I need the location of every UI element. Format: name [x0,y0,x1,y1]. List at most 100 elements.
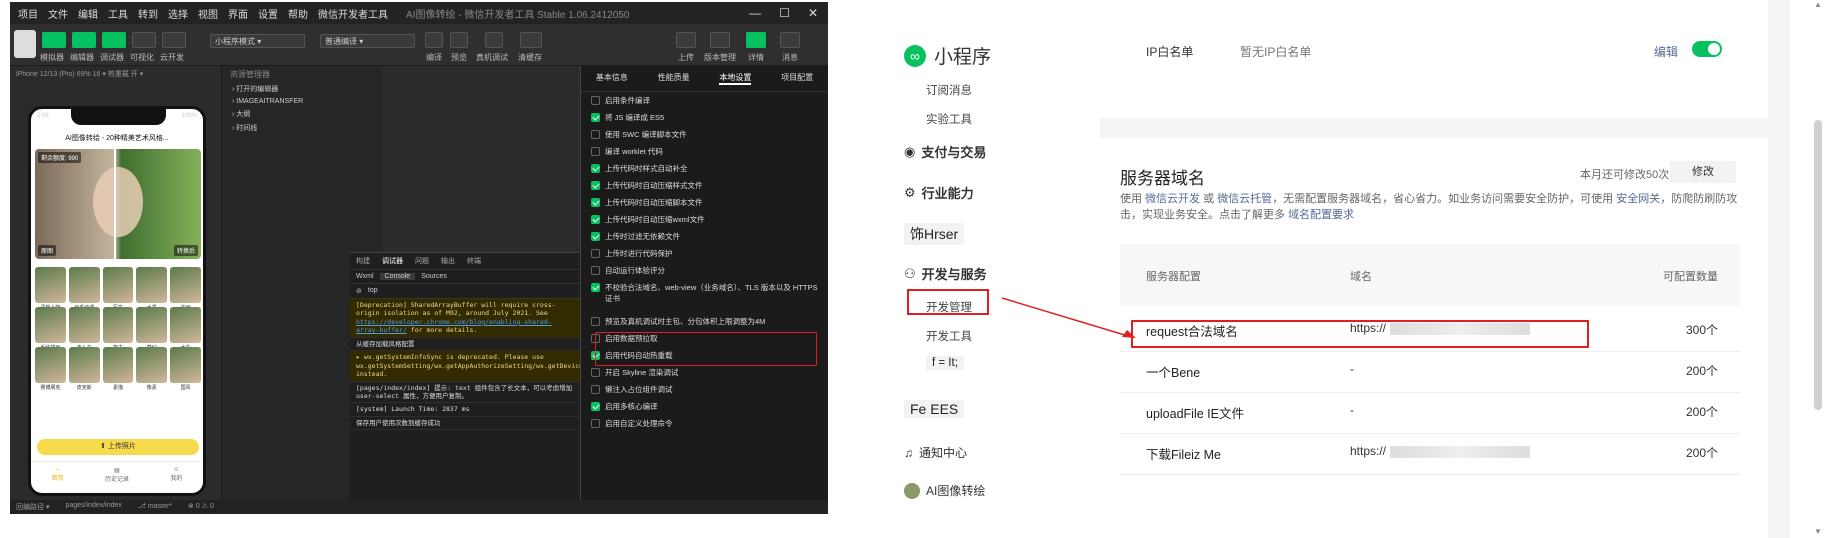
hero-compare-image[interactable]: 剩余额度: 990 原图 转换后 [35,149,201,259]
explorer-project[interactable]: › IMAGEAITRANSFER [222,96,382,107]
compare-slider[interactable] [114,149,116,259]
visual-button[interactable] [132,32,156,48]
maximize-button[interactable]: ☐ [779,6,790,20]
minimize-button[interactable]: — [749,6,761,20]
status-problems[interactable]: ⊗ 0 ⚠ 0 [188,502,214,512]
mode-select[interactable]: 小程序模式 ▾ [210,34,305,48]
domain-requirements-link[interactable]: 域名配置要求 [1288,209,1354,221]
tab-basic-info[interactable]: 基本信息 [596,72,628,85]
scroll-up-icon[interactable]: ▲ [1811,0,1825,9]
style-tile[interactable]: 像素 [136,347,168,391]
setting-option[interactable]: 懒注入占位组件调试 [581,381,828,398]
checkbox-unchecked-icon[interactable] [591,130,600,139]
scroll-down-icon[interactable]: ▼ [1811,527,1825,536]
menu-item-view[interactable]: 视图 [198,6,218,21]
brand[interactable]: ∞ 小程序 [904,42,991,69]
sidebar-item-dev-service[interactable]: ⚇开发与服务˄ [904,264,1114,283]
checkbox-unchecked-icon[interactable] [591,96,600,105]
tab-wxml[interactable]: Wxml [356,273,374,280]
style-tile[interactable]: 吉卜力 [68,307,100,351]
style-tile[interactable]: 国风 [170,347,201,391]
style-tile[interactable]: 油画 [170,267,201,311]
tab-project-config[interactable]: 项目配置 [781,72,813,85]
style-tile[interactable]: 手绘插画 [35,307,66,351]
simulator-toggle-button[interactable] [42,32,66,48]
sidebar-item-notifications[interactable]: ♫通知中心› [904,444,1114,461]
sidebar-item-obscured-2[interactable]: f = It; [926,356,964,370]
tab-mine[interactable]: ☺ 我的 [170,467,182,493]
sidebar-item-obscured-1[interactable]: 饰Hrser› [904,223,1114,245]
tab-debugger[interactable]: 调试器 [382,256,403,266]
preview-icon[interactable] [450,32,468,48]
sidebar-item-industry[interactable]: ⚙行业能力› [904,183,1114,202]
sidebar-item-dev-tools[interactable]: 开发工具 [926,328,972,344]
status-path-toggle[interactable]: 回编路径 ▾ [16,502,49,512]
upload-icon[interactable] [676,32,696,48]
tab-local-settings[interactable]: 本地设置 [719,72,752,85]
ip-whitelist-toggle[interactable] [1692,41,1722,57]
checkbox-checked-icon[interactable] [591,113,600,122]
setting-option[interactable]: 将 JS 编译成 ES5 [581,109,828,126]
cloud-hosting-link[interactable]: 微信云托管 [1217,193,1272,205]
details-icon[interactable] [746,32,766,48]
style-tile[interactable]: 写实 [102,267,134,311]
style-tile[interactable]: 清新人物 [35,267,66,311]
sidebar-item-account[interactable]: AI图像转绘› [904,482,1114,499]
checkbox-unchecked-icon[interactable] [591,266,600,275]
sidebar-item-obscured-3[interactable]: Fe EES› [904,400,1114,418]
style-tile[interactable]: 赛博朋克 [35,347,66,391]
ip-edit-link[interactable]: 编辑 [1654,43,1678,60]
context-select[interactable]: top [368,287,378,295]
cloud-dev-link[interactable]: 微信云开发 [1145,193,1200,205]
style-tile[interactable]: 梦幻 [136,307,168,351]
tab-home[interactable]: ⌂ 首页 [52,467,64,493]
checkbox-checked-icon[interactable] [591,402,600,411]
status-page-path[interactable]: pages/index/index [65,502,121,512]
style-tile[interactable]: 皮克斯 [68,347,100,391]
editor-toggle-button[interactable] [72,32,96,48]
compile-select[interactable]: 普通编译 ▾ [320,34,415,48]
menu-item-edit[interactable]: 编辑 [78,6,98,21]
explorer-outline[interactable]: › 大纲 [222,107,382,121]
style-tile[interactable]: 日系动漫 [68,267,100,311]
sidebar-item-lab-tools[interactable]: 实验工具 [926,111,972,127]
device-select[interactable]: iPhone 12/13 (Pro) 69% 16 ▾ 热重载 开 ▾ [10,66,221,82]
clear-cache-icon[interactable] [520,32,542,48]
setting-option[interactable]: 启用多核心编译 [581,398,828,415]
setting-option[interactable]: 上传代码时自动压缩脚本文件 [581,194,828,211]
menu-item-goto[interactable]: 转到 [138,6,158,21]
setting-option[interactable]: 编译 worklet 代码 [581,143,828,160]
status-branch[interactable]: ⎇ master* [138,502,172,512]
avatar[interactable] [14,30,36,58]
setting-option[interactable]: 启用条件编译 [581,92,828,109]
checkbox-checked-icon[interactable] [591,164,600,173]
setting-option[interactable]: 上传时进行代码保护 [581,245,828,262]
tab-output[interactable]: 输出 [441,256,455,266]
explorer-open-editors[interactable]: › 打开的编辑器 [222,82,382,96]
sidebar-item-subscribe[interactable]: 订阅消息 [926,82,972,98]
debugger-toggle-button[interactable] [102,32,126,48]
menu-item-file[interactable]: 文件 [48,6,68,21]
tab-history[interactable]: ▤ 历史记录 [105,467,129,493]
setting-option[interactable]: 上传代码时自动压缩样式文件 [581,177,828,194]
checkbox-unchecked-icon[interactable] [591,419,600,428]
modify-button[interactable]: 修改 [1670,161,1736,183]
checkbox-unchecked-icon[interactable] [591,317,600,326]
checkbox-unchecked-icon[interactable] [591,385,600,394]
checkbox-checked-icon[interactable] [591,181,600,190]
explorer-timeline[interactable]: › 时间线 [222,121,382,135]
sidebar-item-payment[interactable]: ◉支付与交易› [904,142,1114,161]
setting-option[interactable]: 启用自定义处理命令 [581,415,828,432]
checkbox-unchecked-icon[interactable] [591,249,600,258]
menu-item-settings[interactable]: 设置 [258,6,278,21]
scrollbar[interactable]: ▲ ▼ [1811,0,1825,538]
menu-item-project[interactable]: 项目 [18,6,38,21]
checkbox-unchecked-icon[interactable] [591,368,600,377]
setting-option[interactable]: 上传时过滤无依赖文件 [581,228,828,245]
menu-item-ui[interactable]: 界面 [228,6,248,21]
close-button[interactable]: ✕ [808,6,818,20]
checkbox-unchecked-icon[interactable] [591,147,600,156]
checkbox-checked-icon[interactable] [591,215,600,224]
setting-option[interactable]: 上传代码时自动压缩wxml文件 [581,211,828,228]
clear-console-icon[interactable]: ⊘ [356,287,362,295]
